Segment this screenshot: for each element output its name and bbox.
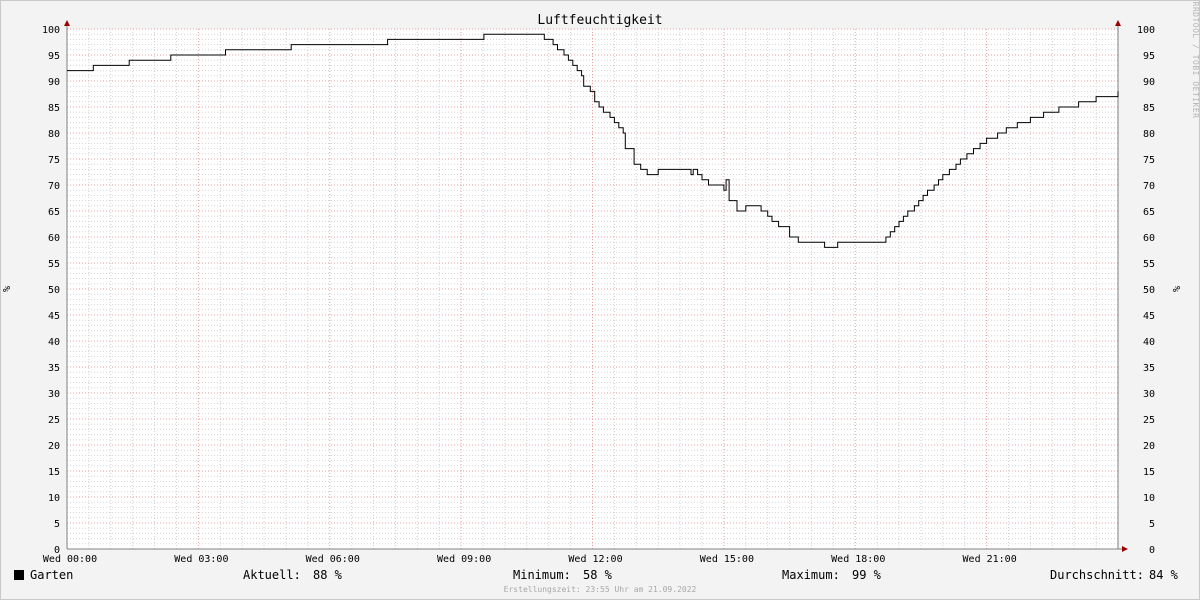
x-tick-label: Wed 18:00 (831, 554, 885, 565)
y-tick-label-right: 25 (1143, 415, 1155, 426)
y-tick-label: 75 (48, 155, 60, 166)
x-tick-label: Wed 03:00 (174, 554, 228, 565)
y-tick-label-right: 40 (1143, 337, 1155, 348)
x-tick-label: Wed 15:00 (700, 554, 754, 565)
y-tick-labels-left: 0510152025303540455055606570758085909510… (42, 25, 60, 556)
y-axis-label-right: % (1172, 286, 1183, 292)
y-tick-label-right: 35 (1143, 363, 1155, 374)
y-tick-label-right: 90 (1143, 77, 1155, 88)
y-tick-label: 85 (48, 103, 60, 114)
y-tick-label-right: 85 (1143, 103, 1155, 114)
y-tick-label: 70 (48, 181, 60, 192)
y-tick-label: 95 (48, 51, 60, 62)
y-tick-label-right: 55 (1143, 259, 1155, 270)
stat-minimum-value: 58 % (583, 568, 613, 582)
y-tick-label: 65 (48, 207, 60, 218)
y-tick-label-right: 10 (1143, 493, 1155, 504)
legend-label: Garten (30, 568, 73, 582)
y-tick-label: 60 (48, 233, 60, 244)
y-axis-right-arrow-icon (1115, 20, 1121, 26)
y-tick-label-right: 95 (1143, 51, 1155, 62)
y-tick-label: 20 (48, 441, 60, 452)
x-tick-labels: Wed 00:00 Wed 03:00 Wed 06:00 Wed 09:00 Wed … (43, 554, 1017, 565)
y-tick-label-right: 80 (1143, 129, 1155, 140)
y-tick-label-right: 70 (1143, 181, 1155, 192)
creation-time-footnote: Erstellungszeit: 23:55 Uhr am 21.09.2022 (504, 585, 697, 594)
stat-durchschnitt-label: Durchschnitt: (1050, 568, 1144, 582)
y-tick-label: 80 (48, 129, 60, 140)
stat-durchschnitt-value: 84 % (1149, 568, 1179, 582)
y-tick-label-right: 60 (1143, 233, 1155, 244)
y-tick-label-right: 0 (1149, 545, 1155, 556)
y-tick-label-right: 50 (1143, 285, 1155, 296)
y-tick-label: 30 (48, 389, 60, 400)
y-tick-label-right: 100 (1137, 25, 1155, 36)
y-tick-label-right: 5 (1149, 519, 1155, 530)
y-tick-label-right: 65 (1143, 207, 1155, 218)
y-tick-label: 5 (54, 519, 60, 530)
y-tick-label: 15 (48, 467, 60, 478)
chart-title: Luftfeuchtigkeit (537, 13, 662, 28)
legend-swatch (14, 570, 24, 580)
x-tick-label: Wed 09:00 (437, 554, 491, 565)
y-tick-label-right: 45 (1143, 311, 1155, 322)
y-tick-label: 55 (48, 259, 60, 270)
y-tick-label-right: 15 (1143, 467, 1155, 478)
x-tick-label: Wed 21:00 (963, 554, 1017, 565)
stat-maximum-label: Maximum: (782, 568, 840, 582)
x-tick-label: Wed 12:00 (568, 554, 622, 565)
y-tick-label: 40 (48, 337, 60, 348)
y-tick-label: 25 (48, 415, 60, 426)
x-tick-label: Wed 00:00 (43, 554, 97, 565)
rrdtool-watermark: RRDTOOL / TOBI OETIKER (1191, 2, 1200, 119)
y-axis-label-left: % (2, 286, 13, 292)
y-tick-label: 45 (48, 311, 60, 322)
y-tick-label: 100 (42, 25, 60, 36)
y-tick-label: 50 (48, 285, 60, 296)
y-tick-label-right: 20 (1143, 441, 1155, 452)
y-tick-label: 10 (48, 493, 60, 504)
stat-minimum-label: Minimum: (513, 568, 571, 582)
humidity-chart: 0 5 10 15 20 25 30 35 40 45 50 55 60 65 70 75 80 85 90 95 10… (2, 2, 1200, 594)
x-tick-label: Wed 06:00 (306, 554, 360, 565)
y-tick-labels-right: 0 5 10 15 20 25 30 35 40 45 50 55 60 65 70 75 80 85 90 95 10… (1137, 25, 1155, 556)
y-tick-label-right: 30 (1143, 389, 1155, 400)
y-tick-label-right: 75 (1143, 155, 1155, 166)
stat-maximum-value: 99 % (852, 568, 882, 582)
y-tick-label: 35 (48, 363, 60, 374)
y-tick-label: 90 (48, 77, 60, 88)
stat-aktuell-value: 88 % (313, 568, 343, 582)
y-axis-arrow-icon (64, 20, 70, 26)
x-axis-arrow-icon (1122, 546, 1128, 552)
stat-aktuell-label: Aktuell: (243, 568, 301, 582)
